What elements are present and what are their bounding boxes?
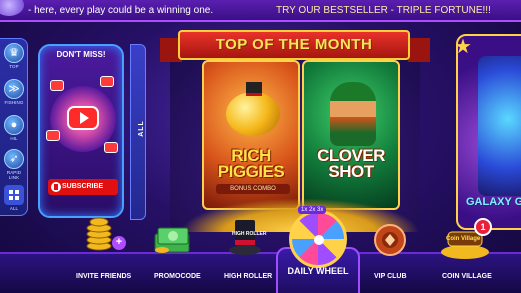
game-title: RICH PIGGIES [217, 146, 285, 181]
game-artwork [478, 56, 521, 196]
rail-item-fishing[interactable]: ≫ FISHING [2, 79, 26, 105]
youtube-icon [100, 76, 114, 87]
tab-all[interactable]: ALL [130, 44, 146, 220]
nav-high-roller-label[interactable]: HIGH ROLLER [224, 273, 272, 280]
rail-label: FISHING [4, 100, 24, 105]
nav-promocode[interactable] [152, 222, 192, 261]
nav-invite-friends[interactable] [84, 212, 114, 257]
top-hat-icon [246, 82, 262, 96]
high-roller-sign: HIGH ROLLER [232, 231, 267, 237]
game-tile-galaxy[interactable]: ★ GALAXY GL [456, 34, 521, 230]
wheel-hub [314, 235, 324, 245]
top-hat-icon [229, 220, 261, 255]
youtube-play-icon [67, 106, 99, 130]
fish-icon: ≫ [4, 79, 24, 99]
nav-vip-club-label[interactable]: VIP CLUB [374, 273, 407, 280]
rail-item-top[interactable]: ♛ TOP [2, 43, 26, 69]
leprechaun-icon [330, 82, 376, 146]
game-tile-clover-shot[interactable]: CLOVER SHOT [302, 60, 400, 210]
rail-label: HIL [10, 136, 18, 141]
ribbon-tail [408, 38, 430, 62]
notification-badge: 1 [474, 218, 492, 236]
wheel-icon [289, 210, 347, 268]
ticker-promo[interactable]: TRY OUR BESTSELLER - TRIPLE FORTUNE!!! [276, 0, 491, 20]
youtube-icon [51, 182, 61, 192]
rail-item-all[interactable]: ALL [2, 185, 26, 211]
rail-item-rapid-link[interactable]: ➶ RAPID LINK [2, 149, 26, 180]
carousel-dot[interactable] [78, 217, 82, 218]
rail-label: TOP [9, 64, 19, 69]
youtube-icon [50, 80, 64, 91]
nav-vip-club[interactable] [372, 222, 408, 263]
nav-daily-wheel-label[interactable]: DAILY WHEEL [276, 266, 360, 276]
subscribe-button[interactable]: SUBSCRIBE [48, 179, 118, 195]
youtube-icon [46, 130, 60, 141]
dont-miss-title: DON'T MISS! [56, 50, 106, 59]
wheel-multiplier-tag: 1x 2x 3x [298, 206, 327, 214]
plus-icon: + [112, 236, 126, 250]
tab-all-label: ALL [137, 120, 145, 137]
rocket-icon: ➶ [4, 149, 24, 169]
rail-label: RAPID LINK [6, 170, 22, 180]
avatar[interactable] [0, 0, 24, 16]
grid-icon [4, 185, 24, 205]
star-icon: ★ [458, 36, 472, 59]
nav-coin-village-label[interactable]: COIN VILLAGE [442, 273, 492, 280]
game-subtitle: BONUS COMBO [216, 184, 290, 194]
vip-chip-icon [374, 224, 406, 256]
coin-stack-icon [86, 217, 112, 251]
ticker-message: - here, every play could be a winning on… [28, 5, 214, 16]
nav-high-roller[interactable] [228, 218, 262, 265]
game-tile-rich-piggies[interactable]: RICH PIGGIES BONUS COMBO [202, 60, 300, 210]
rail-label: ALL [9, 206, 19, 211]
section-title: TOP OF THE MONTH [178, 30, 410, 60]
youtube-icon [104, 142, 118, 153]
coin-village-sign: Coin Village [446, 236, 481, 242]
top-of-the-month-section: TOP OF THE MONTH RICH PIGGIES BONUS COMB… [150, 30, 440, 232]
category-rail: ♛ TOP ≫ FISHING ● HIL ➶ RAPID LINK ALL [0, 38, 28, 216]
subscribe-label: SUBSCRIBE [62, 183, 104, 190]
news-ticker: - here, every play could be a winning on… [0, 0, 521, 22]
nav-invite-friends-label[interactable]: INVITE FRIENDS [76, 273, 131, 280]
hil-icon: ● [4, 115, 24, 135]
piggy-bank-icon [226, 92, 280, 136]
game-title: GALAXY GL [466, 196, 521, 208]
crown-icon: ♛ [4, 43, 24, 63]
rail-item-hil[interactable]: ● HIL [2, 115, 26, 141]
nav-promocode-label[interactable]: PROMOCODE [154, 273, 201, 280]
game-title: CLOVER SHOT [317, 146, 385, 181]
cash-icon [154, 227, 190, 253]
dont-miss-card[interactable]: DON'T MISS! SUBSCRIBE [38, 44, 124, 218]
